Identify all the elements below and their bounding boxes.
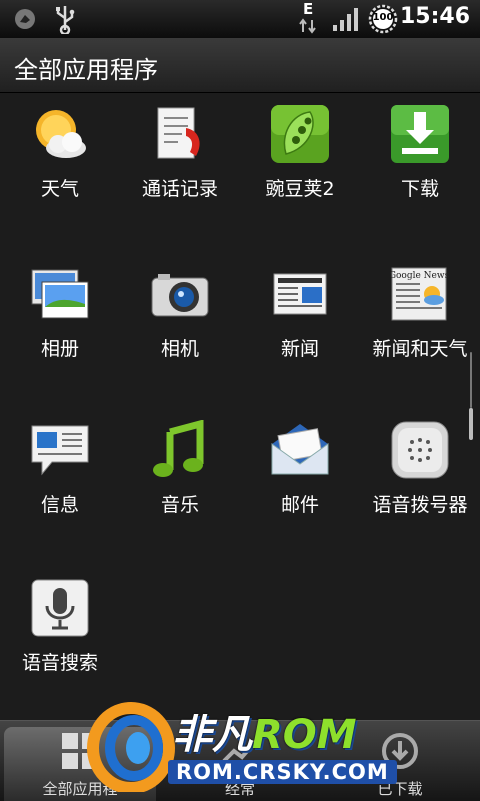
app-label: 语音搜索: [21, 652, 98, 674]
scrollbar-thumb[interactable]: [469, 408, 473, 440]
app-label: 音乐: [160, 494, 199, 516]
app-call-log[interactable]: 通话记录: [120, 92, 240, 222]
watermark-swirl-icon: [87, 702, 175, 792]
app-gallery[interactable]: 相册: [0, 252, 120, 382]
watermark-brand: 非凡ROM: [172, 702, 357, 760]
scrollbar-track[interactable]: [470, 352, 472, 408]
app-label: 语音拨号器: [372, 494, 468, 516]
app-grid: 天气 通话记录 豌豆荚2 下载 相册 相机 新闻 Google News 新闻和…: [0, 92, 480, 722]
watermark-brand-cn: 非凡: [172, 712, 252, 758]
app-news[interactable]: 新闻: [240, 252, 360, 382]
watermark-site: ROM.CRSKY.COM: [168, 760, 397, 784]
app-news-weather[interactable]: Google News 新闻和天气: [360, 252, 480, 382]
data-arrows-icon: [299, 18, 316, 34]
network-type: E: [303, 0, 314, 18]
app-voice-dialer[interactable]: 语音拨号器: [360, 408, 480, 538]
mail-icon: [271, 424, 329, 475]
messages-icon: [31, 425, 89, 476]
app-download[interactable]: 下载: [360, 92, 480, 222]
watermark-logo: 非凡ROM ROM.CRSKY.COM: [86, 698, 416, 792]
app-label: 下载: [400, 178, 439, 200]
app-mail[interactable]: 邮件: [240, 408, 360, 538]
watermark-brand-rom: ROM: [252, 712, 357, 758]
music-icon: [153, 420, 204, 477]
notification-icon: [15, 9, 35, 29]
app-messages[interactable]: 信息: [0, 408, 120, 538]
app-camera[interactable]: 相机: [120, 252, 240, 382]
camera-icon: [151, 274, 209, 317]
app-label: 新闻: [280, 338, 319, 360]
voice-dialer-icon: [391, 421, 449, 479]
app-label: 邮件: [280, 494, 319, 516]
voice-search-icon: [31, 579, 89, 637]
status-bar: E 100 15:46: [0, 0, 480, 38]
app-wandoujia[interactable]: 豌豆荚2: [240, 92, 360, 222]
usb-icon: [56, 6, 75, 34]
wandoujia-icon: [271, 105, 329, 163]
app-label: 相册: [40, 338, 79, 360]
signal-icon: [333, 8, 358, 31]
app-drawer-header: 全部应用程序: [0, 38, 480, 93]
app-label: 信息: [40, 494, 79, 516]
download-icon: [391, 105, 449, 163]
app-music[interactable]: 音乐: [120, 408, 240, 538]
status-clock: 15:46: [399, 4, 470, 29]
app-label: 新闻和天气: [372, 338, 468, 360]
call-log-icon: [157, 107, 200, 159]
app-weather[interactable]: 天气: [0, 92, 120, 222]
app-label: 相机: [160, 338, 199, 360]
svg-text:Google News: Google News: [390, 271, 450, 281]
app-label: 天气: [40, 178, 79, 200]
weather-icon: [36, 110, 86, 158]
gallery-icon: [31, 269, 89, 319]
news-icon: [273, 273, 327, 315]
app-label: 通话记录: [141, 178, 218, 200]
battery-level: 100: [372, 12, 394, 23]
page-title: 全部应用程序: [14, 56, 158, 84]
news-weather-icon: Google News: [390, 267, 450, 321]
app-voice-search[interactable]: 语音搜索: [0, 566, 120, 696]
app-label: 豌豆荚2: [265, 178, 335, 200]
